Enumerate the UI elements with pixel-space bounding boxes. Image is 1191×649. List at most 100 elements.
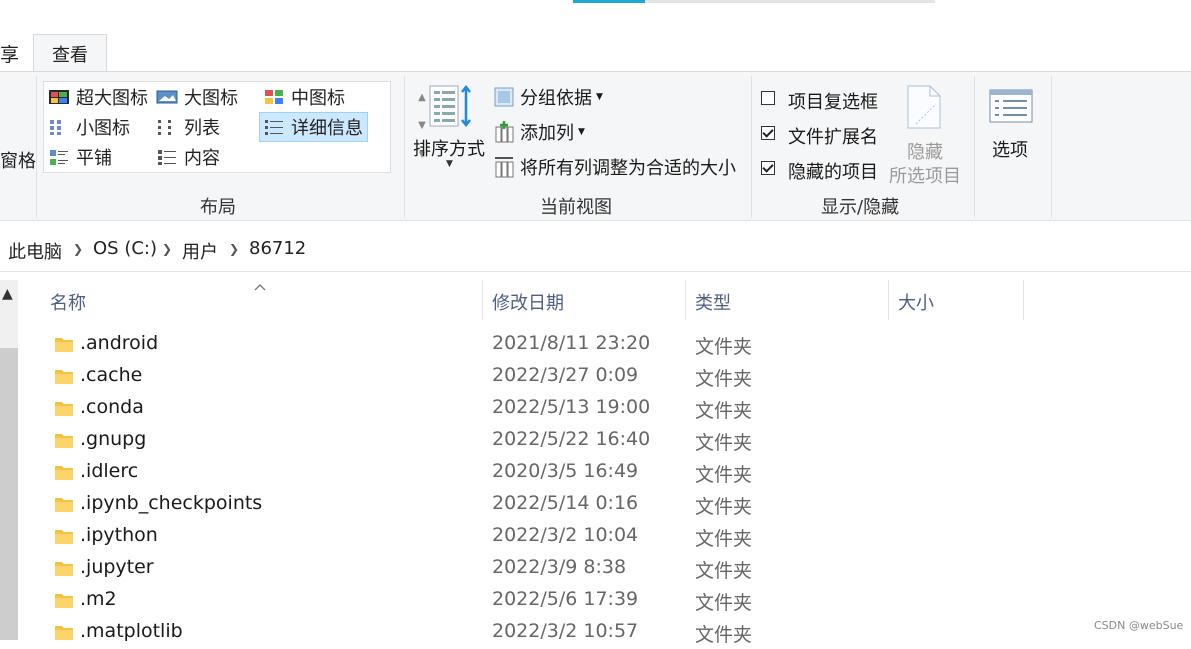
- file-modified: 2022/3/27 0:09: [492, 364, 639, 386]
- active-tab-indicator: [573, 0, 645, 3]
- table-row[interactable]: .ipynb_checkpoints 2022/5/14 0:16 文件夹: [50, 489, 1030, 521]
- add-column-label: 添加列: [520, 123, 574, 144]
- scrollbar-thumb[interactable]: [0, 348, 18, 640]
- table-row[interactable]: .conda 2022/5/13 19:00 文件夹: [50, 393, 1030, 425]
- options-icon: [989, 88, 1033, 128]
- table-row[interactable]: .idlerc 2020/3/5 16:49 文件夹: [50, 457, 1030, 489]
- column-header-size[interactable]: 大小: [898, 289, 934, 315]
- file-name: .m2: [80, 588, 117, 610]
- breadcrumb-drive-c[interactable]: OS (C:): [93, 238, 157, 259]
- table-row[interactable]: .ipython 2022/3/2 10:04 文件夹: [50, 521, 1030, 553]
- file-modified: 2022/5/13 19:00: [492, 396, 651, 418]
- ribbon-separator: [751, 76, 752, 218]
- chevron-down-icon: ▼: [446, 159, 453, 169]
- layout-small-icons-label: 小图标: [76, 118, 130, 139]
- column-divider[interactable]: [482, 280, 483, 320]
- file-name: .jupyter: [80, 556, 154, 578]
- file-name: .android: [80, 332, 159, 354]
- size-all-columns-button[interactable]: 将所有列调整为合适的大小: [494, 155, 736, 179]
- table-row[interactable]: .cache 2022/3/27 0:09 文件夹: [50, 361, 1030, 393]
- column-header-name[interactable]: 名称: [50, 289, 86, 315]
- file-name: .ipython: [80, 524, 158, 546]
- file-name: .matplotlib: [80, 620, 183, 642]
- ribbon-separator: [974, 76, 975, 218]
- file-type: 文件夹: [695, 560, 753, 582]
- column-divider[interactable]: [1023, 280, 1024, 320]
- item-checkboxes-checkbox[interactable]: [761, 91, 775, 105]
- details-icon: [263, 118, 285, 136]
- table-row[interactable]: .matplotlib 2022/3/2 10:57 文件夹: [50, 617, 1030, 649]
- nav-pane-scrollbar[interactable]: ▲: [0, 280, 18, 640]
- tab-share[interactable]: 享: [0, 40, 19, 67]
- table-row[interactable]: .m2 2022/5/6 17:39 文件夹: [50, 585, 1030, 617]
- column-divider[interactable]: [888, 280, 889, 320]
- file-modified: 2020/3/5 16:49: [492, 460, 639, 482]
- tab-view[interactable]: 查看: [33, 34, 107, 72]
- ribbon-separator: [404, 76, 405, 218]
- hide-selected-label-line1: 隐藏: [907, 142, 943, 163]
- file-type: 文件夹: [695, 336, 753, 358]
- breadcrumb-users[interactable]: 用户: [182, 238, 218, 264]
- layout-tiles[interactable]: 平铺: [48, 144, 112, 170]
- layout-extra-large-icons[interactable]: 超大图标: [48, 84, 148, 110]
- title-bar: [0, 0, 1191, 34]
- file-extensions-label: 文件扩展名: [788, 127, 878, 148]
- file-type: 文件夹: [695, 528, 753, 550]
- table-row[interactable]: .jupyter 2022/3/9 8:38 文件夹: [50, 553, 1030, 585]
- column-header-type[interactable]: 类型: [695, 289, 731, 315]
- group-label-layout: 布局: [200, 197, 236, 218]
- add-column-icon: [494, 121, 514, 143]
- file-type: 文件夹: [695, 624, 753, 646]
- file-modified: 2022/5/6 17:39: [492, 588, 639, 610]
- chevron-right-icon[interactable]: ❯: [73, 242, 83, 256]
- chevron-right-icon[interactable]: ❯: [229, 242, 239, 256]
- layout-content-label: 内容: [184, 148, 220, 169]
- chevron-down-icon: ▼: [578, 127, 585, 137]
- options-button[interactable]: 选项: [984, 84, 1042, 184]
- file-extensions-checkbox[interactable]: [761, 126, 775, 140]
- layout-extra-large-icons-label: 超大图标: [76, 88, 148, 109]
- layout-large-icons[interactable]: 大图标: [156, 84, 238, 110]
- size-all-columns-label: 将所有列调整为合适的大小: [520, 158, 736, 179]
- column-header-modified[interactable]: 修改日期: [492, 289, 564, 315]
- layout-content[interactable]: 内容: [156, 144, 220, 170]
- table-row[interactable]: .android 2021/8/11 23:20 文件夹: [50, 329, 1030, 361]
- sort-by-label: 排序方式: [413, 139, 485, 160]
- file-type: 文件夹: [695, 400, 753, 422]
- chevron-up-icon[interactable]: ▲: [2, 286, 13, 302]
- sort-ascending-icon: [254, 276, 266, 291]
- layout-small-icons[interactable]: 小图标: [48, 114, 130, 140]
- sort-by-button[interactable]: 排序方式 ▼: [412, 82, 486, 182]
- folder-icon: [54, 558, 74, 582]
- item-checkboxes-label: 项目复选框: [788, 92, 878, 113]
- group-by-icon: [494, 87, 514, 107]
- column-divider[interactable]: [685, 280, 686, 320]
- layout-list-label: 列表: [184, 118, 220, 139]
- pane-button-partial[interactable]: 窗格: [0, 147, 36, 173]
- add-column-button[interactable]: 添加列 ▼: [494, 120, 585, 144]
- folder-icon: [54, 366, 74, 390]
- chevron-right-icon[interactable]: ❯: [162, 242, 172, 256]
- hidden-items-checkbox[interactable]: [761, 161, 775, 175]
- hidden-items-label: 隐藏的项目: [788, 162, 878, 183]
- small-icons-icon: [48, 118, 70, 136]
- hide-selected-items-button: 隐藏 所选项目: [886, 84, 966, 187]
- group-by-label: 分组依据: [520, 88, 592, 109]
- file-type: 文件夹: [695, 368, 753, 390]
- folder-icon: [54, 430, 74, 454]
- table-row[interactable]: .gnupg 2022/5/22 16:40 文件夹: [50, 425, 1030, 457]
- breadcrumb-this-pc[interactable]: 此电脑: [8, 238, 62, 264]
- breadcrumb-user-folder[interactable]: 86712: [249, 238, 306, 259]
- layout-details[interactable]: 详细信息: [259, 112, 368, 142]
- ribbon-separator: [36, 76, 37, 218]
- tab-view-label: 查看: [52, 44, 88, 66]
- folder-icon: [54, 334, 74, 358]
- tab-strip: [645, 0, 935, 3]
- file-name: .cache: [80, 364, 143, 386]
- folder-icon: [54, 622, 74, 646]
- layout-list[interactable]: 列表: [156, 114, 220, 140]
- file-modified: 2022/5/14 0:16: [492, 492, 639, 514]
- folder-icon: [54, 526, 74, 550]
- layout-medium-icons[interactable]: 中图标: [263, 84, 345, 110]
- group-by-button[interactable]: 分组依据 ▼: [494, 85, 603, 109]
